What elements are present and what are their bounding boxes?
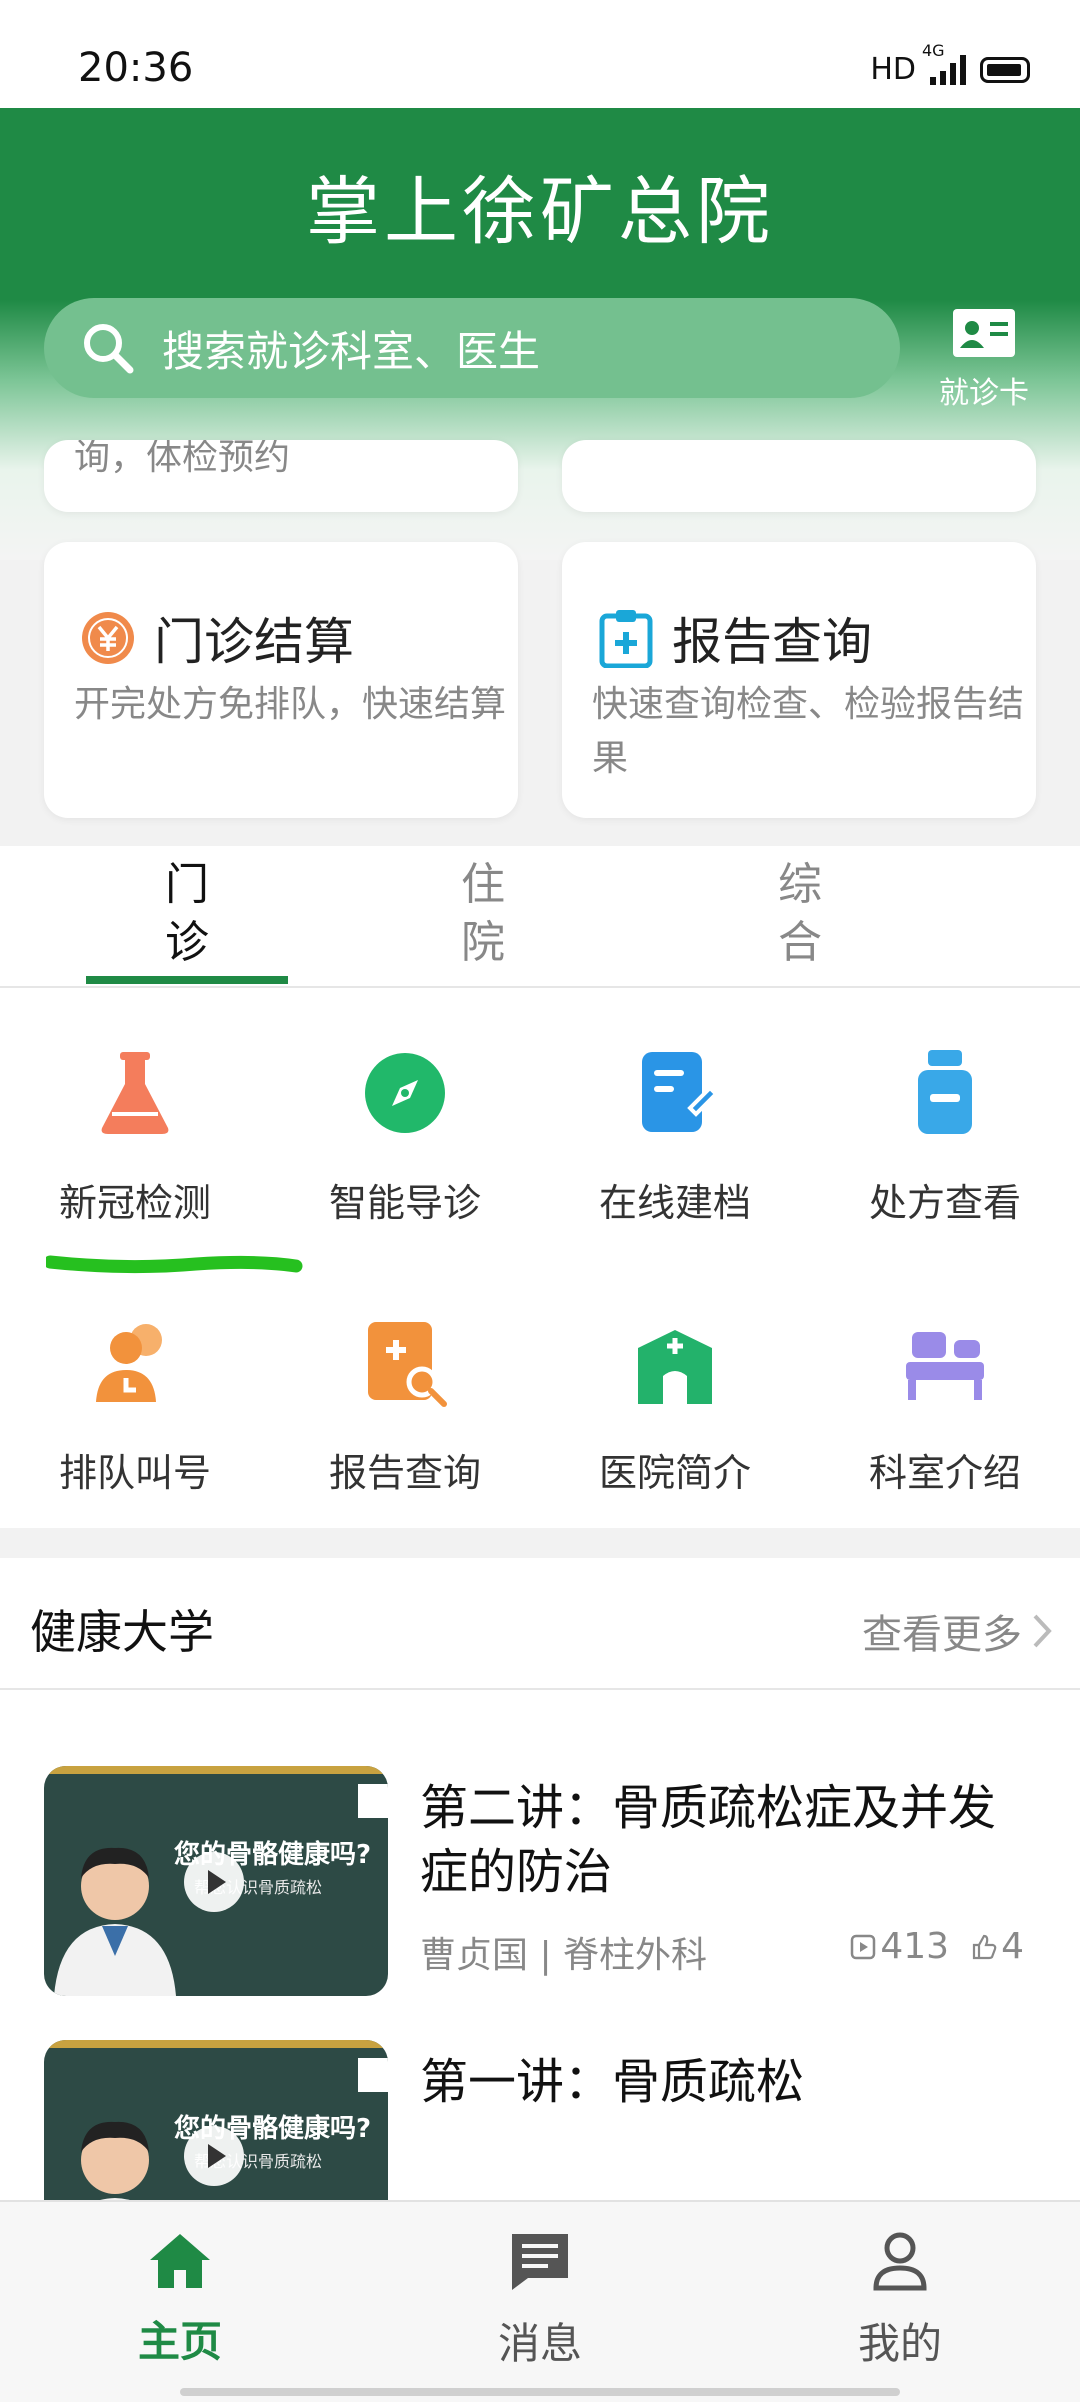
- section-title: 健康大学: [30, 1605, 214, 1659]
- queue-people-icon: [96, 1324, 162, 1402]
- service-card-settlement[interactable]: 门诊结算 开完处方免排队，快速结算: [44, 542, 518, 818]
- service-card-partial-right[interactable]: [562, 440, 1036, 512]
- grid-item-department-intro[interactable]: 科室介绍: [810, 1318, 1080, 1497]
- user-icon: [873, 2232, 927, 2291]
- doctor-portrait: [54, 1847, 176, 1996]
- search-icon: [84, 324, 134, 374]
- hospital-icon: [638, 1330, 712, 1404]
- tab-inpatient[interactable]: 住院: [453, 856, 513, 972]
- article-title[interactable]: 第二讲：骨质疏松症及并发症的防治: [420, 1776, 1040, 1904]
- clipboard-plus-icon: [599, 610, 653, 668]
- status-icons: HD 4G: [870, 41, 1030, 87]
- nav-home[interactable]: 主页: [80, 2230, 280, 2369]
- visit-card-label: 就诊卡: [939, 376, 1029, 411]
- compass-icon: [365, 1053, 445, 1133]
- annotation-underline: [46, 1255, 303, 1274]
- document-edit-icon: [642, 1052, 719, 1132]
- signal-icon: 4G: [922, 41, 966, 85]
- bed-icon: [906, 1332, 984, 1400]
- settlement-title: 门诊结算: [154, 613, 354, 671]
- thumbs-up-icon: [972, 1934, 997, 1959]
- grid-label: 新冠检测: [58, 1181, 211, 1225]
- service-card-report[interactable]: 报告查询 快速查询检查、检验报告结果: [562, 542, 1036, 818]
- nav-label: 主页: [137, 2317, 222, 2366]
- grid-item-smart-triage[interactable]: 智能导诊: [270, 1048, 540, 1227]
- nav-messages[interactable]: 消息: [440, 2230, 640, 2371]
- home-icon: [150, 2234, 210, 2288]
- chevron-right-icon: [1033, 1614, 1052, 1648]
- grid-label: 在线建档: [598, 1181, 751, 1225]
- medicine-bottle-icon: [918, 1050, 972, 1134]
- nav-label: 消息: [497, 2319, 582, 2368]
- article-thumbnail[interactable]: 您的骨骼健康吗? 帮您认识骨质疏松: [44, 1766, 388, 1996]
- network-type: 4G: [922, 40, 945, 60]
- hd-indicator: HD: [870, 52, 916, 87]
- report-desc: 快速查询检查、检验报告结果: [592, 684, 1025, 779]
- grid-label: 科室介绍: [868, 1451, 1021, 1495]
- settlement-desc: 开完处方免排队，快速结算: [74, 684, 507, 725]
- article-stats: 413 4: [850, 1926, 1024, 1967]
- message-icon: [512, 2234, 568, 2290]
- tab-outpatient[interactable]: 门诊: [157, 856, 217, 972]
- status-time: 20:36: [78, 45, 194, 91]
- yuan-coin-icon: [82, 612, 134, 664]
- view-count: 413: [880, 1926, 950, 1967]
- play-count-icon: [851, 1934, 876, 1959]
- home-indicator[interactable]: [180, 2388, 900, 2396]
- article-title[interactable]: 第一讲：骨质疏松: [420, 2050, 1040, 2114]
- department-tabs: 门诊 住院 综合: [0, 846, 1080, 988]
- play-icon: [184, 2126, 244, 2186]
- view-more-label: 查看更多: [862, 1612, 1022, 1658]
- app-title: 掌上徐矿总院: [306, 169, 774, 255]
- bottom-navigation: 主页 消息 我的: [0, 2200, 1080, 2402]
- search-placeholder: 搜索就诊科室、医生: [162, 326, 541, 376]
- visit-card-button[interactable]: 就诊卡: [924, 308, 1044, 412]
- health-university-header: 健康大学 查看更多: [0, 1558, 1080, 1690]
- grid-item-hospital-intro[interactable]: 医院简介: [540, 1318, 810, 1497]
- grid-label: 处方查看: [868, 1181, 1021, 1225]
- grid-item-covid-test[interactable]: 新冠检测: [0, 1048, 270, 1227]
- article-list: 您的骨骼健康吗? 帮您认识骨质疏松 第二讲：骨质疏松症及并发症的防治 曹贞国 |…: [0, 1690, 1080, 2200]
- grid-label: 报告查询: [328, 1451, 481, 1495]
- grid-item-online-record[interactable]: 在线建档: [540, 1048, 810, 1227]
- nav-profile[interactable]: 我的: [800, 2230, 1000, 2371]
- grid-label: 医院简介: [598, 1451, 751, 1495]
- battery-icon: [980, 56, 1030, 83]
- view-more-link[interactable]: 查看更多: [862, 1602, 1052, 1660]
- tab-active-indicator: [86, 976, 288, 984]
- doctor-portrait: [81, 2121, 149, 2200]
- status-bar: 20:36 HD 4G: [0, 0, 1080, 108]
- tab-general[interactable]: 综合: [770, 856, 830, 972]
- play-icon: [184, 1852, 244, 1912]
- grid-item-report-query[interactable]: 报告查询: [270, 1318, 540, 1497]
- grid-label: 排队叫号: [58, 1451, 211, 1495]
- flask-icon: [101, 1052, 169, 1134]
- report-search-icon: [368, 1322, 447, 1407]
- grid-item-queue[interactable]: 排队叫号: [0, 1318, 270, 1497]
- search-bar[interactable]: 搜索就诊科室、医生: [44, 298, 900, 398]
- partial-card-desc: 询，体检预约: [74, 440, 291, 478]
- grid-item-prescription[interactable]: 处方查看: [810, 1048, 1080, 1227]
- service-card-partial-left[interactable]: 询，体检预约: [44, 440, 518, 512]
- grid-label: 智能导诊: [328, 1181, 481, 1225]
- id-card-icon: [953, 309, 1015, 357]
- like-count: 4: [1001, 1926, 1024, 1967]
- report-title: 报告查询: [672, 613, 872, 671]
- article-thumbnail[interactable]: 您的骨骼健康吗? 帮您认识骨质疏松: [44, 2040, 388, 2200]
- nav-label: 我的: [857, 2319, 942, 2368]
- article-author: 曹贞国 | 脊柱外科: [420, 1935, 708, 1976]
